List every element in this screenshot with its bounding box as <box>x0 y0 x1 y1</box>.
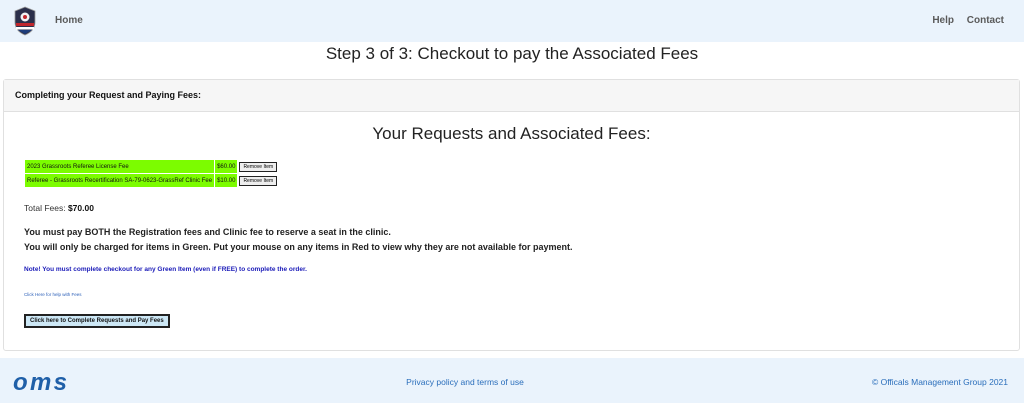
card-header: Completing your Request and Paying Fees: <box>4 80 1019 112</box>
total-fees-label: Total Fees: <box>24 203 66 213</box>
checkout-note: Note! You must complete checkout for any… <box>24 266 307 273</box>
fee-name: 2023 Grassroots Referee License Fee <box>25 160 215 173</box>
privacy-policy-link[interactable]: Privacy policy and terms of use <box>0 377 930 387</box>
fee-name: Referee - Grassroots Recertification SA-… <box>25 174 215 187</box>
remove-item-button[interactable]: Remove Item <box>239 175 278 186</box>
footer: oms Privacy policy and terms of use © Of… <box>0 358 1024 403</box>
copyright-text: © Officals Management Group 2021 <box>871 377 1008 387</box>
total-fees: Total Fees: $70.00 <box>24 203 94 213</box>
checkout-card: Completing your Request and Paying Fees:… <box>3 79 1020 351</box>
fee-amount: $10.00 <box>215 174 238 187</box>
fee-amount: $60.00 <box>215 160 238 173</box>
payment-requirement-message: You must pay BOTH the Registration fees … <box>24 227 391 237</box>
nav-home-link[interactable]: Home <box>55 15 83 26</box>
remove-item-button[interactable]: Remove Item <box>239 161 278 172</box>
green-items-message: You will only be charged for items in Gr… <box>24 242 573 252</box>
fees-table: 2023 Grassroots Referee License Fee $60.… <box>24 159 279 188</box>
top-navbar: Home Help Contact <box>0 0 1024 42</box>
fee-row: 2023 Grassroots Referee License Fee $60.… <box>25 160 279 173</box>
page-title: Step 3 of 3: Checkout to pay the Associa… <box>325 44 699 63</box>
fee-row: Referee - Grassroots Recertification SA-… <box>25 174 279 187</box>
nav-right-links: Help Contact <box>922 15 1004 26</box>
complete-and-pay-button[interactable]: Click here to Complete Requests and Pay … <box>24 314 170 328</box>
fees-help-link[interactable]: Click Here for help with Fees <box>24 292 82 297</box>
nav-contact-link[interactable]: Contact <box>967 15 1004 26</box>
card-title: Your Requests and Associated Fees: <box>372 124 651 143</box>
total-fees-value: $70.00 <box>67 203 94 213</box>
referee-program-logo-icon[interactable] <box>13 6 37 36</box>
nav-help-link[interactable]: Help <box>932 15 954 26</box>
